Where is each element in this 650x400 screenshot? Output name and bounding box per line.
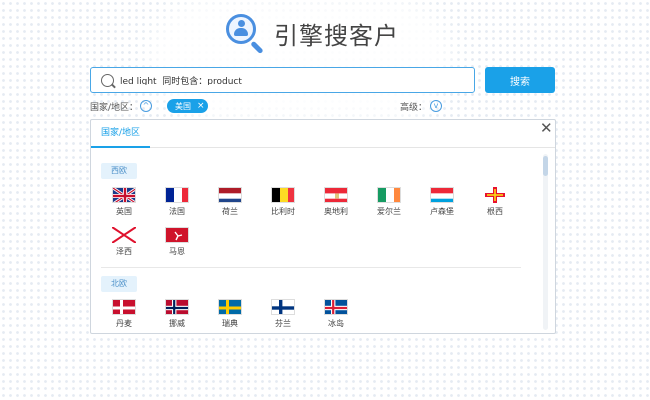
region-divider [101, 267, 521, 268]
panel-scrollbar[interactable] [543, 154, 548, 330]
region-label-north-europe: 北欧 [101, 276, 137, 292]
country-france[interactable]: 法国 [157, 187, 197, 219]
country-name: 卢森堡 [430, 207, 454, 216]
norway-flag-icon [165, 299, 189, 315]
jersey-flag-icon [112, 227, 136, 243]
country-name: 泽西 [116, 247, 132, 256]
selected-country-label: 美国 [175, 101, 191, 111]
close-icon[interactable]: × [197, 101, 205, 111]
country-sweden[interactable]: 瑞典 [210, 299, 250, 331]
country-name: 丹麦 [116, 319, 132, 328]
sweden-flag-icon [218, 299, 242, 315]
country-luxembourg[interactable]: 卢森堡 [422, 187, 462, 219]
country-name: 奥地利 [324, 207, 348, 216]
search-button[interactable]: 搜索 [485, 67, 555, 93]
search-input[interactable] [120, 75, 460, 85]
country-name: 芬兰 [275, 319, 291, 328]
chevron-down-icon[interactable]: v [430, 100, 442, 112]
ireland-flag-icon [377, 187, 401, 203]
country-name: 英国 [116, 207, 132, 216]
close-icon[interactable]: ✕ [540, 121, 553, 136]
country-austria[interactable]: 奥地利 [316, 187, 356, 219]
country-picker-panel: 国家/地区 ✕ 西欧 英国 法国 荷兰 比利时 奥地利 爱尔兰 卢森堡 根西 泽… [90, 119, 556, 334]
belgium-flag-icon [271, 187, 295, 203]
iceland-flag-icon [324, 299, 348, 315]
country-name: 根西 [487, 207, 503, 216]
filter-row: 国家/地区： ^ 美国 × 高级： v [90, 99, 560, 113]
uk-flag-icon [112, 187, 136, 203]
country-name: 马恩 [169, 247, 185, 256]
france-flag-icon [165, 187, 189, 203]
austria-flag-icon [324, 187, 348, 203]
region-label-west-europe: 西欧 [101, 163, 137, 179]
country-name: 爱尔兰 [377, 207, 401, 216]
country-name: 比利时 [271, 207, 295, 216]
guernsey-flag-icon [483, 187, 507, 203]
country-name: 法国 [169, 207, 185, 216]
page-title: 引擎搜客户 [274, 21, 399, 50]
search-field[interactable] [90, 67, 475, 93]
country-jersey[interactable]: 泽西 [104, 227, 144, 259]
isle-of-man-flag-icon [165, 227, 189, 243]
country-name: 荷兰 [222, 207, 238, 216]
tab-country-region[interactable]: 国家/地区 [91, 120, 151, 148]
search-icon [101, 73, 114, 87]
country-ireland[interactable]: 爱尔兰 [369, 187, 409, 219]
country-belgium[interactable]: 比利时 [263, 187, 303, 219]
panel-tabs: 国家/地区 [91, 120, 555, 148]
country-iceland[interactable]: 冰岛 [316, 299, 356, 331]
netherlands-flag-icon [218, 187, 242, 203]
country-denmark[interactable]: 丹麦 [104, 299, 144, 331]
page-header: 引擎搜客户 [222, 12, 399, 55]
search-person-icon [222, 12, 266, 55]
selected-country-tag[interactable]: 美国 × [167, 99, 208, 113]
country-name: 冰岛 [328, 319, 344, 328]
country-norway[interactable]: 挪威 [157, 299, 197, 331]
country-guernsey[interactable]: 根西 [475, 187, 515, 219]
chevron-up-icon[interactable]: ^ [140, 100, 152, 112]
denmark-flag-icon [112, 299, 136, 315]
country-isle-of-man[interactable]: 马恩 [157, 227, 197, 259]
scrollbar-thumb[interactable] [543, 156, 548, 176]
country-name: 瑞典 [222, 319, 238, 328]
advanced-filter-label: 高级： [400, 103, 428, 113]
finland-flag-icon [271, 299, 295, 315]
luxembourg-flag-icon [430, 187, 454, 203]
country-uk[interactable]: 英国 [104, 187, 144, 219]
country-filter-label: 国家/地区： [90, 103, 139, 113]
country-name: 挪威 [169, 319, 185, 328]
country-finland[interactable]: 芬兰 [263, 299, 303, 331]
country-netherlands[interactable]: 荷兰 [210, 187, 250, 219]
